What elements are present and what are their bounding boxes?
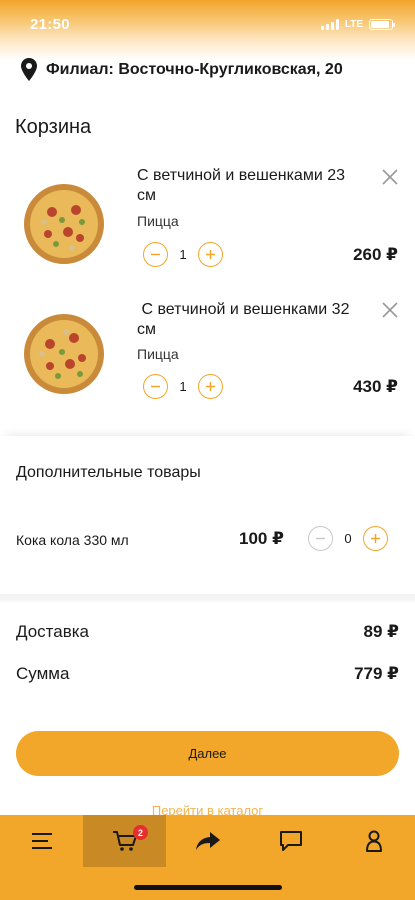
branch-selector[interactable]: Филиал: Восточно-Кругликовская, 20 <box>20 58 343 82</box>
page-title: Корзина <box>15 116 92 138</box>
extras-title: Дополнительные товары <box>16 464 201 481</box>
signal-icon <box>320 18 339 30</box>
plus-icon <box>206 382 215 391</box>
location-pin-icon <box>21 58 37 81</box>
sum-label: Сумма <box>16 664 70 683</box>
menu-icon <box>31 833 52 849</box>
tab-profile[interactable] <box>332 815 415 867</box>
remove-item-button[interactable] <box>381 301 399 319</box>
delivery-label: Доставка <box>16 622 90 641</box>
plus-icon <box>206 250 215 259</box>
item-name: С ветчиной и вешенками 32 см <box>137 301 354 338</box>
remove-item-button[interactable] <box>381 168 399 186</box>
next-button[interactable]: Далее <box>16 731 399 776</box>
item-category: Пицца <box>137 346 179 362</box>
tab-cart[interactable]: 2 <box>83 815 166 867</box>
branch-label: Филиал: Восточно-Кругликовская, 20 <box>46 61 343 78</box>
tab-menu[interactable] <box>0 815 83 867</box>
cart-item: С ветчиной и вешенками 23 см Пицца 1 260… <box>0 160 415 290</box>
battery-icon <box>369 18 395 30</box>
minus-icon <box>151 253 160 256</box>
status-bar: 21:50 LTE <box>0 0 415 48</box>
cart-badge: 2 <box>133 825 148 840</box>
decrease-button[interactable] <box>308 526 333 551</box>
status-indicators: LTE <box>320 18 395 30</box>
network-type: LTE <box>344 18 363 30</box>
item-category: Пицца <box>137 213 179 229</box>
quantity-value: 1 <box>179 379 187 394</box>
sum-row: Сумма 779 ₽ <box>16 664 399 684</box>
status-time: 21:50 <box>30 15 70 33</box>
delivery-row: Доставка 89 ₽ <box>16 622 399 642</box>
share-icon <box>195 832 220 850</box>
decrease-button[interactable] <box>143 374 168 399</box>
home-indicator <box>134 885 282 890</box>
item-price: 260 ₽ <box>353 245 398 264</box>
minus-icon <box>316 537 325 540</box>
section-divider <box>0 594 415 602</box>
extra-item-name: Кока кола 330 мл <box>16 532 129 548</box>
plus-icon <box>371 534 380 543</box>
delivery-value: 89 ₽ <box>363 622 399 641</box>
chat-icon <box>279 831 302 851</box>
item-name: С ветчиной и вешенками 23 см <box>137 167 346 204</box>
profile-icon <box>365 830 382 852</box>
sum-value: 779 ₽ <box>354 664 399 683</box>
quantity-stepper: 1 <box>143 242 223 267</box>
quantity-value: 0 <box>344 531 352 546</box>
extras-section: Дополнительные товары Кока кола 330 мл 1… <box>0 436 415 594</box>
quantity-stepper: 1 <box>143 374 223 399</box>
extra-item-price: 100 ₽ <box>239 529 284 548</box>
minus-icon <box>151 385 160 388</box>
tab-chat[interactable] <box>249 815 332 867</box>
increase-button[interactable] <box>198 374 223 399</box>
quantity-stepper: 0 <box>308 526 388 551</box>
tab-share[interactable] <box>166 815 249 867</box>
decrease-button[interactable] <box>143 242 168 267</box>
item-price: 430 ₽ <box>353 377 398 396</box>
quantity-value: 1 <box>179 247 187 262</box>
cart-item: С ветчиной и вешенками 32 см Пицца 1 430… <box>0 292 415 422</box>
increase-button[interactable] <box>363 526 388 551</box>
pizza-image <box>24 314 104 394</box>
increase-button[interactable] <box>198 242 223 267</box>
pizza-image <box>24 184 104 264</box>
